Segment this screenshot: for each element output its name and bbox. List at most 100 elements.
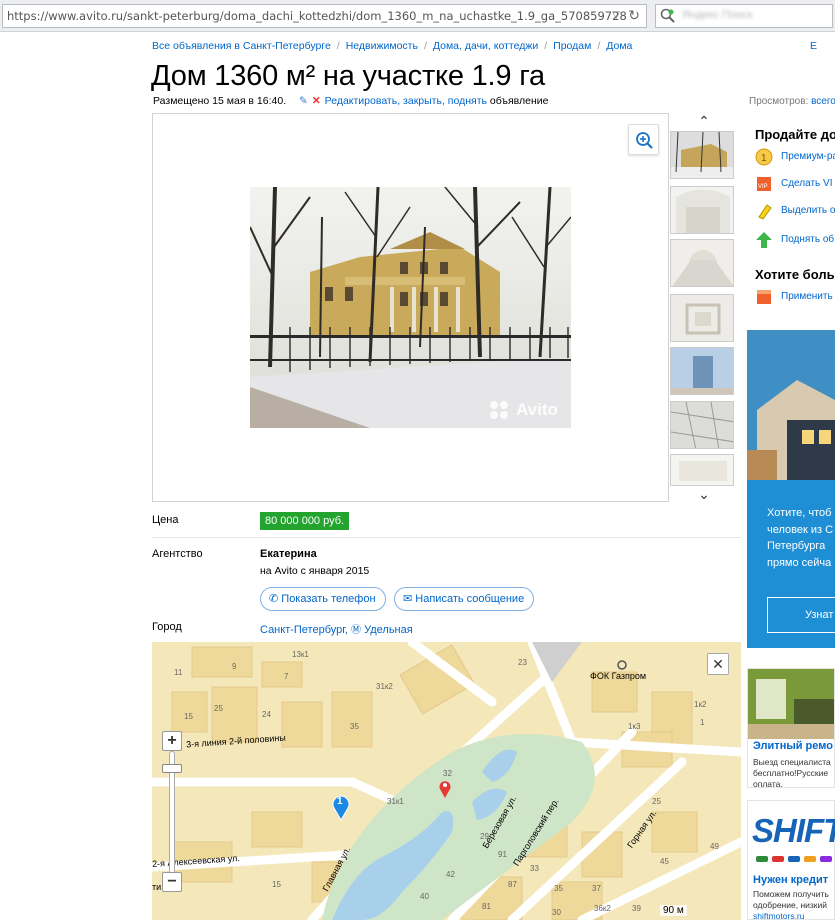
ad-blue-text: Хотите, чтоб человек из С Петербурга пря…	[767, 507, 834, 569]
metro-icon: Ⓜ	[351, 625, 362, 636]
map-house-number: 9	[232, 662, 237, 671]
map-close-button[interactable]: ✕	[707, 653, 729, 675]
refresh-icon[interactable]: ↻	[628, 5, 640, 27]
premium-icon: 1	[755, 148, 773, 166]
breadcrumb-houses-cottages[interactable]: Дома, дачи, коттеджи	[433, 40, 538, 52]
map-house-number: 1к2	[694, 700, 707, 709]
svg-text:1: 1	[761, 153, 767, 164]
map-zoom-handle[interactable]	[162, 764, 182, 773]
map-house-number: 25	[214, 704, 223, 713]
edit-link[interactable]: Редактировать, закрыть, поднять	[325, 95, 487, 107]
thumb-4[interactable]	[670, 294, 734, 342]
ad-shift-logo: SHIFT	[752, 812, 835, 849]
write-message-button[interactable]: ✉ Написать сообщение	[394, 587, 535, 611]
map-house-number: 29	[480, 832, 489, 841]
breadcrumb-all[interactable]: Все объявления в Санкт-Петербурге	[152, 40, 331, 52]
vip-icon: VIP	[757, 177, 771, 191]
map-marker-red[interactable]	[438, 779, 452, 799]
breadcrumb-sell[interactable]: Продам	[553, 40, 591, 52]
agent-name: Екатерина	[260, 548, 317, 560]
highlight-icon	[758, 204, 772, 220]
map-house-number: 36к2	[594, 904, 611, 913]
thumb-6[interactable]	[670, 401, 734, 449]
thumb-3[interactable]	[670, 239, 734, 287]
location-map[interactable]: ФОК Газпром 3-я линия 2-й половины 2-я А…	[152, 642, 741, 920]
map-house-number: 35	[554, 884, 563, 893]
pencil-icon[interactable]: ✎	[299, 95, 308, 107]
posted-date: Размещено 15 мая в 16:40.	[153, 95, 287, 107]
raise-icon	[756, 232, 772, 248]
city-label: Город	[152, 621, 182, 633]
ad-shift-title[interactable]: Нужен кредит	[753, 874, 828, 886]
main-photo[interactable]	[250, 187, 571, 428]
service-premium[interactable]: 1 Премиум-ра	[755, 148, 835, 166]
map-house-number: 33	[530, 864, 539, 873]
breadcrumb-realty[interactable]: Недвижимость	[346, 40, 418, 52]
service-raise[interactable]: Поднять об	[755, 231, 834, 249]
posted-meta: Размещено 15 мая в 16:40. ✎ ✕ Редактироват…	[153, 95, 548, 107]
show-phone-button[interactable]: ✆ Показать телефон	[260, 587, 386, 611]
want-more-heading: Хотите боль	[755, 267, 835, 282]
page-title: Дом 1360 м² на участке 1.9 га	[151, 60, 545, 92]
map-zoom-out-button[interactable]: −	[162, 872, 182, 892]
service-vip[interactable]: VIP Сделать VI	[755, 175, 832, 193]
map-house-number: 81	[482, 902, 491, 911]
browser-search-box[interactable]: Яндекс Поиск	[655, 4, 833, 28]
map-house-number: 31к1	[387, 797, 404, 806]
map-house-number: 40	[420, 892, 429, 901]
map-house-number: 25	[652, 797, 661, 806]
svg-text:VIP: VIP	[758, 184, 768, 190]
divider	[152, 537, 741, 538]
views-link[interactable]: всего	[811, 96, 835, 107]
ad-remont-title[interactable]: Элитный ремо	[753, 740, 833, 752]
zoom-in-button[interactable]	[628, 124, 659, 155]
map-house-number: 37	[592, 884, 601, 893]
city-link[interactable]: Санкт-Петербург,	[260, 624, 348, 636]
breadcrumb-right-link[interactable]: Е	[810, 40, 817, 52]
thumb-5[interactable]	[670, 347, 734, 395]
map-house-number: 31к2	[376, 682, 393, 691]
url-text: https://www.avito.ru/sankt-peterburg/dom…	[7, 9, 627, 23]
service-apply[interactable]: Применить	[755, 288, 833, 306]
thumb-1[interactable]	[670, 131, 734, 179]
map-house-number: 23	[518, 658, 527, 667]
breadcrumb-houses[interactable]: Дома	[606, 40, 632, 52]
map-house-number: 35	[350, 722, 359, 731]
edit-suffix: объявление	[486, 95, 549, 107]
map-zoom-in-button[interactable]: +	[162, 731, 182, 751]
map-house-number: 24	[262, 710, 271, 719]
breadcrumb: Все объявления в Санкт-Петербурге / Недвиж…	[152, 40, 633, 52]
map-house-number: 15	[184, 712, 193, 721]
ad-shift-text: Поможем получить одобрение, низкий	[753, 889, 829, 910]
thumbs-up-arrow-icon[interactable]: ⌃	[697, 114, 711, 128]
thumb-7[interactable]	[670, 454, 734, 486]
map-house-number: 1	[700, 718, 705, 727]
map-marker-blue[interactable]: 1	[331, 793, 351, 821]
photo-watermark: Avito	[516, 400, 558, 419]
phone-icon: ✆	[269, 593, 279, 605]
search-placeholder: Яндекс Поиск	[682, 9, 753, 21]
ad-blue-button[interactable]: Узнат	[767, 597, 835, 633]
package-icon	[757, 290, 771, 304]
map-house-number: 49	[710, 842, 719, 851]
price-label: Цена	[152, 514, 179, 526]
magnifier-plus-icon	[636, 132, 653, 149]
map-house-number: 32	[443, 769, 452, 778]
thumb-2[interactable]	[670, 186, 734, 234]
map-label-fok: ФОК Газпром	[590, 671, 647, 681]
close-x-icon[interactable]: ✕	[312, 95, 321, 107]
map-house-number: 30	[552, 908, 561, 917]
dropdown-icon[interactable]: ▽	[612, 5, 620, 27]
ad-interior-image	[748, 669, 834, 739]
agent-since: на Avito с января 2015	[260, 565, 370, 577]
city-value: Санкт-Петербург, Ⓜ Удельная	[260, 621, 413, 636]
metro-link[interactable]: Удельная	[364, 624, 413, 636]
address-bar[interactable]: https://www.avito.ru/sankt-peterburg/dom…	[2, 4, 647, 28]
location-pin-icon	[439, 781, 451, 798]
house-photo	[250, 187, 571, 428]
map-house-number: 7	[284, 672, 289, 681]
views-count: Просмотров: всего	[749, 96, 835, 107]
service-highlight[interactable]: Выделить о	[755, 202, 835, 220]
agency-label: Агентство	[152, 548, 203, 560]
thumbs-down-arrow-icon[interactable]: ⌄	[697, 487, 711, 501]
